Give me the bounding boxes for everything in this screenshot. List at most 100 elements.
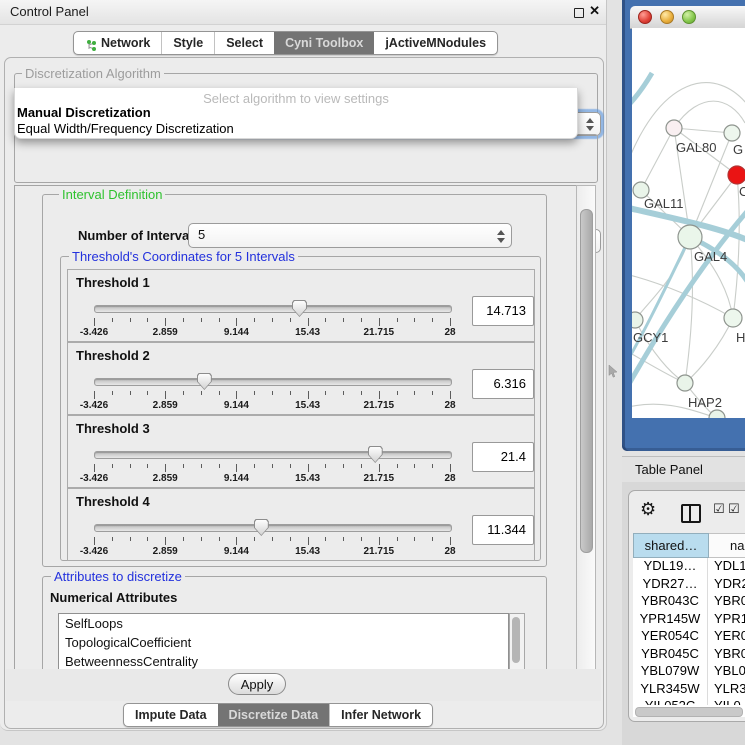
network-node-selected-red[interactable] — [728, 166, 745, 184]
apply-button[interactable]: Apply — [228, 673, 286, 695]
table-cell[interactable]: YBL079W — [633, 663, 708, 681]
tab-style[interactable]: Style — [161, 32, 214, 54]
slider-thumb[interactable] — [254, 519, 269, 536]
slider-track[interactable] — [94, 378, 452, 386]
threshold-value-field[interactable]: 21.4 — [472, 442, 534, 472]
threshold-2-slider[interactable]: -3.4262.8599.14415.4321.71528 — [94, 373, 450, 413]
traffic-light-minimize-icon[interactable] — [660, 10, 674, 24]
list-item[interactable]: BetweennessCentrality — [59, 652, 508, 670]
network-node-gal80[interactable] — [666, 120, 682, 136]
threshold-value-field[interactable]: 11.344 — [472, 515, 534, 545]
slider-track[interactable] — [94, 305, 452, 313]
table-cell[interactable]: YER054C — [633, 628, 708, 646]
major-tick — [450, 391, 451, 399]
tab-infer-network[interactable]: Infer Network — [329, 704, 432, 726]
slider-track[interactable] — [94, 524, 452, 532]
traffic-light-zoom-icon[interactable] — [682, 10, 696, 24]
gear-icon[interactable]: ⚙ — [640, 499, 656, 520]
table-row[interactable]: YDR27…YDR2 — [633, 576, 745, 594]
node-label: G — [733, 142, 743, 157]
network-window-titlebar[interactable] — [630, 6, 745, 29]
threshold-3-slider[interactable]: -3.4262.8599.14415.4321.71528 — [94, 446, 450, 486]
list-item[interactable]: TopologicalCoefficient — [59, 633, 508, 652]
number-of-intervals-combobox[interactable]: 5 — [188, 223, 512, 248]
threshold-4-slider[interactable]: -3.4262.8599.14415.4321.71528 — [94, 519, 450, 559]
traffic-light-close-icon[interactable] — [638, 10, 652, 24]
slider-thumb[interactable] — [197, 373, 212, 390]
close-icon[interactable]: ✕ — [589, 3, 600, 19]
table-cell[interactable]: YBR0 — [708, 593, 745, 611]
table-cell[interactable]: YPR145W — [633, 611, 708, 629]
scrollbar-thumb[interactable] — [580, 209, 593, 553]
network-node-gal4[interactable] — [678, 225, 702, 249]
horizontal-scrollbar[interactable] — [633, 705, 745, 717]
minor-tick — [183, 464, 184, 468]
table-cell[interactable]: YLR3 — [708, 681, 745, 699]
scrollbar-thumb[interactable] — [635, 707, 743, 717]
table-cell[interactable]: YDL1 — [708, 558, 745, 576]
table-row[interactable]: YBL079WYBL0 — [633, 663, 745, 681]
control-panel-window: Control Panel ✕ Network Style Select Cyn… — [0, 0, 607, 731]
table-row[interactable]: YER054CYER0 — [633, 628, 745, 646]
tick-label: 28 — [428, 473, 472, 484]
threshold-value-field[interactable]: 6.316 — [472, 369, 534, 399]
table-row[interactable]: YLR345WYLR3 — [633, 681, 745, 699]
table-cell[interactable]: YBR045C — [633, 646, 708, 664]
checkbox-icon[interactable]: ☑ — [713, 502, 725, 517]
slider-scale: -3.4262.8599.14415.4321.71528 — [94, 318, 450, 340]
major-tick — [236, 464, 237, 472]
split-columns-icon[interactable] — [681, 504, 701, 523]
slider-thumb[interactable] — [292, 300, 307, 317]
slider-thumb[interactable] — [368, 446, 383, 463]
table-cell[interactable]: YLR345W — [633, 681, 708, 699]
network-node-gcy1[interactable] — [632, 312, 643, 328]
table-cell[interactable]: YDL19… — [633, 558, 708, 576]
minor-tick — [219, 537, 220, 541]
tab-cyni-toolbox[interactable]: Cyni Toolbox — [274, 32, 374, 54]
minor-tick — [325, 537, 326, 541]
tab-jactivemnodules[interactable]: jActiveMNodules — [374, 32, 497, 54]
checkbox-icon[interactable]: ☑ — [728, 502, 740, 517]
column-header-shared-name[interactable]: shared… — [633, 533, 709, 558]
tab-network[interactable]: Network — [74, 32, 161, 54]
tick-label: 28 — [428, 400, 472, 411]
table-cell[interactable]: YBL0 — [708, 663, 745, 681]
threshold-value-field[interactable]: 14.713 — [472, 296, 534, 326]
popup-item-manual-discretization[interactable]: Manual Discretization — [17, 105, 151, 120]
node-label: GAL11 — [644, 196, 684, 211]
list-item[interactable]: SelfLoops — [59, 614, 508, 633]
minor-tick — [183, 318, 184, 322]
table-cell[interactable]: YDR2 — [708, 576, 745, 594]
network-node[interactable] — [724, 309, 742, 327]
network-view-window: GAL80 G C GAL11 GAL4 GCY1 H HAP2 — [622, 0, 745, 451]
major-tick — [379, 464, 380, 472]
minor-tick — [343, 391, 344, 395]
tab-impute-data[interactable]: Impute Data — [124, 704, 218, 726]
node-label: GAL4 — [694, 249, 727, 264]
table-row[interactable]: YBR043CYBR0 — [633, 593, 745, 611]
float-window-icon[interactable] — [574, 8, 584, 18]
minor-tick — [147, 318, 148, 322]
viewport-scrollbar[interactable] — [576, 185, 596, 670]
network-node[interactable] — [724, 125, 740, 141]
column-header-name[interactable]: na — [709, 533, 745, 558]
table-cell[interactable]: YPR1 — [708, 611, 745, 629]
table-row[interactable]: YDL19…YDL1 — [633, 558, 745, 576]
network-node[interactable] — [709, 410, 725, 418]
table-cell[interactable]: YDR27… — [633, 576, 708, 594]
slider-track[interactable] — [94, 451, 452, 459]
tab-select[interactable]: Select — [214, 32, 274, 54]
table-cell[interactable]: YER0 — [708, 628, 745, 646]
table-cell[interactable]: YBR0 — [708, 646, 745, 664]
tab-discretize-data[interactable]: Discretize Data — [218, 704, 330, 726]
list-scrollbar[interactable] — [509, 613, 525, 670]
popup-item-equal-width-frequency[interactable]: Equal Width/Frequency Discretization — [17, 121, 234, 136]
network-node-hap2[interactable] — [677, 375, 693, 391]
table-row[interactable]: YBR045CYBR0 — [633, 646, 745, 664]
table-row[interactable]: YPR145WYPR1 — [633, 611, 745, 629]
threshold-label: Threshold 1 — [76, 275, 150, 290]
network-canvas[interactable]: GAL80 G C GAL11 GAL4 GCY1 H HAP2 — [632, 28, 745, 418]
table-header-row: shared… na — [633, 533, 745, 558]
table-cell[interactable]: YBR043C — [633, 593, 708, 611]
threshold-1-slider[interactable]: -3.4262.8599.14415.4321.71528 — [94, 300, 450, 340]
